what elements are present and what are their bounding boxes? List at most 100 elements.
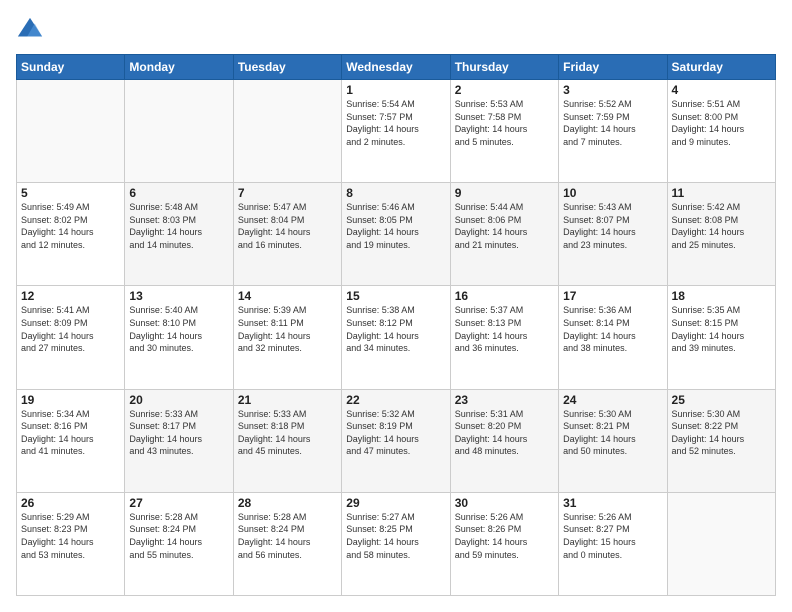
weekday-header: Friday — [559, 55, 667, 80]
day-number: 13 — [129, 289, 228, 303]
calendar-cell — [233, 80, 341, 183]
day-info: Sunrise: 5:51 AM Sunset: 8:00 PM Dayligh… — [672, 98, 771, 148]
day-info: Sunrise: 5:33 AM Sunset: 8:17 PM Dayligh… — [129, 408, 228, 458]
day-number: 3 — [563, 83, 662, 97]
day-number: 31 — [563, 496, 662, 510]
day-info: Sunrise: 5:41 AM Sunset: 8:09 PM Dayligh… — [21, 304, 120, 354]
day-info: Sunrise: 5:29 AM Sunset: 8:23 PM Dayligh… — [21, 511, 120, 561]
day-number: 7 — [238, 186, 337, 200]
calendar-cell: 22Sunrise: 5:32 AM Sunset: 8:19 PM Dayli… — [342, 389, 450, 492]
calendar-cell: 23Sunrise: 5:31 AM Sunset: 8:20 PM Dayli… — [450, 389, 558, 492]
calendar-cell: 10Sunrise: 5:43 AM Sunset: 8:07 PM Dayli… — [559, 183, 667, 286]
calendar-cell: 11Sunrise: 5:42 AM Sunset: 8:08 PM Dayli… — [667, 183, 775, 286]
page: SundayMondayTuesdayWednesdayThursdayFrid… — [0, 0, 792, 612]
day-info: Sunrise: 5:52 AM Sunset: 7:59 PM Dayligh… — [563, 98, 662, 148]
calendar-cell: 1Sunrise: 5:54 AM Sunset: 7:57 PM Daylig… — [342, 80, 450, 183]
calendar-cell: 12Sunrise: 5:41 AM Sunset: 8:09 PM Dayli… — [17, 286, 125, 389]
day-number: 28 — [238, 496, 337, 510]
day-info: Sunrise: 5:26 AM Sunset: 8:27 PM Dayligh… — [563, 511, 662, 561]
calendar-cell: 18Sunrise: 5:35 AM Sunset: 8:15 PM Dayli… — [667, 286, 775, 389]
day-number: 14 — [238, 289, 337, 303]
weekday-header: Tuesday — [233, 55, 341, 80]
calendar-cell: 3Sunrise: 5:52 AM Sunset: 7:59 PM Daylig… — [559, 80, 667, 183]
day-number: 5 — [21, 186, 120, 200]
day-info: Sunrise: 5:30 AM Sunset: 8:21 PM Dayligh… — [563, 408, 662, 458]
calendar-cell: 15Sunrise: 5:38 AM Sunset: 8:12 PM Dayli… — [342, 286, 450, 389]
day-number: 23 — [455, 393, 554, 407]
day-info: Sunrise: 5:30 AM Sunset: 8:22 PM Dayligh… — [672, 408, 771, 458]
calendar-cell: 14Sunrise: 5:39 AM Sunset: 8:11 PM Dayli… — [233, 286, 341, 389]
day-number: 25 — [672, 393, 771, 407]
calendar-cell: 31Sunrise: 5:26 AM Sunset: 8:27 PM Dayli… — [559, 492, 667, 595]
calendar-cell: 16Sunrise: 5:37 AM Sunset: 8:13 PM Dayli… — [450, 286, 558, 389]
calendar-cell: 19Sunrise: 5:34 AM Sunset: 8:16 PM Dayli… — [17, 389, 125, 492]
calendar-cell — [17, 80, 125, 183]
calendar-cell: 29Sunrise: 5:27 AM Sunset: 8:25 PM Dayli… — [342, 492, 450, 595]
day-number: 20 — [129, 393, 228, 407]
calendar-cell: 8Sunrise: 5:46 AM Sunset: 8:05 PM Daylig… — [342, 183, 450, 286]
calendar-cell: 17Sunrise: 5:36 AM Sunset: 8:14 PM Dayli… — [559, 286, 667, 389]
day-info: Sunrise: 5:26 AM Sunset: 8:26 PM Dayligh… — [455, 511, 554, 561]
calendar-header-row: SundayMondayTuesdayWednesdayThursdayFrid… — [17, 55, 776, 80]
day-info: Sunrise: 5:48 AM Sunset: 8:03 PM Dayligh… — [129, 201, 228, 251]
calendar-cell: 13Sunrise: 5:40 AM Sunset: 8:10 PM Dayli… — [125, 286, 233, 389]
day-info: Sunrise: 5:27 AM Sunset: 8:25 PM Dayligh… — [346, 511, 445, 561]
calendar-cell: 27Sunrise: 5:28 AM Sunset: 8:24 PM Dayli… — [125, 492, 233, 595]
day-number: 17 — [563, 289, 662, 303]
day-info: Sunrise: 5:42 AM Sunset: 8:08 PM Dayligh… — [672, 201, 771, 251]
day-info: Sunrise: 5:32 AM Sunset: 8:19 PM Dayligh… — [346, 408, 445, 458]
weekday-header: Thursday — [450, 55, 558, 80]
day-number: 22 — [346, 393, 445, 407]
header — [16, 16, 776, 44]
day-number: 18 — [672, 289, 771, 303]
day-number: 12 — [21, 289, 120, 303]
day-info: Sunrise: 5:34 AM Sunset: 8:16 PM Dayligh… — [21, 408, 120, 458]
day-info: Sunrise: 5:43 AM Sunset: 8:07 PM Dayligh… — [563, 201, 662, 251]
calendar-week-row: 26Sunrise: 5:29 AM Sunset: 8:23 PM Dayli… — [17, 492, 776, 595]
day-info: Sunrise: 5:28 AM Sunset: 8:24 PM Dayligh… — [129, 511, 228, 561]
day-number: 16 — [455, 289, 554, 303]
day-info: Sunrise: 5:37 AM Sunset: 8:13 PM Dayligh… — [455, 304, 554, 354]
day-info: Sunrise: 5:40 AM Sunset: 8:10 PM Dayligh… — [129, 304, 228, 354]
day-info: Sunrise: 5:49 AM Sunset: 8:02 PM Dayligh… — [21, 201, 120, 251]
day-number: 10 — [563, 186, 662, 200]
day-number: 4 — [672, 83, 771, 97]
day-info: Sunrise: 5:28 AM Sunset: 8:24 PM Dayligh… — [238, 511, 337, 561]
day-number: 19 — [21, 393, 120, 407]
day-number: 9 — [455, 186, 554, 200]
day-number: 8 — [346, 186, 445, 200]
day-info: Sunrise: 5:44 AM Sunset: 8:06 PM Dayligh… — [455, 201, 554, 251]
day-info: Sunrise: 5:39 AM Sunset: 8:11 PM Dayligh… — [238, 304, 337, 354]
calendar-cell — [125, 80, 233, 183]
calendar-cell: 30Sunrise: 5:26 AM Sunset: 8:26 PM Dayli… — [450, 492, 558, 595]
weekday-header: Wednesday — [342, 55, 450, 80]
day-number: 11 — [672, 186, 771, 200]
calendar-cell: 5Sunrise: 5:49 AM Sunset: 8:02 PM Daylig… — [17, 183, 125, 286]
logo — [16, 16, 46, 44]
day-number: 6 — [129, 186, 228, 200]
day-number: 27 — [129, 496, 228, 510]
calendar-cell: 24Sunrise: 5:30 AM Sunset: 8:21 PM Dayli… — [559, 389, 667, 492]
calendar-cell: 28Sunrise: 5:28 AM Sunset: 8:24 PM Dayli… — [233, 492, 341, 595]
day-number: 26 — [21, 496, 120, 510]
calendar-cell: 7Sunrise: 5:47 AM Sunset: 8:04 PM Daylig… — [233, 183, 341, 286]
weekday-header: Monday — [125, 55, 233, 80]
day-number: 15 — [346, 289, 445, 303]
calendar-table: SundayMondayTuesdayWednesdayThursdayFrid… — [16, 54, 776, 596]
weekday-header: Saturday — [667, 55, 775, 80]
day-info: Sunrise: 5:54 AM Sunset: 7:57 PM Dayligh… — [346, 98, 445, 148]
day-number: 29 — [346, 496, 445, 510]
calendar-cell: 6Sunrise: 5:48 AM Sunset: 8:03 PM Daylig… — [125, 183, 233, 286]
day-info: Sunrise: 5:31 AM Sunset: 8:20 PM Dayligh… — [455, 408, 554, 458]
day-number: 21 — [238, 393, 337, 407]
day-info: Sunrise: 5:47 AM Sunset: 8:04 PM Dayligh… — [238, 201, 337, 251]
day-number: 2 — [455, 83, 554, 97]
calendar-cell: 26Sunrise: 5:29 AM Sunset: 8:23 PM Dayli… — [17, 492, 125, 595]
day-number: 1 — [346, 83, 445, 97]
logo-icon — [16, 16, 44, 44]
day-info: Sunrise: 5:35 AM Sunset: 8:15 PM Dayligh… — [672, 304, 771, 354]
day-number: 30 — [455, 496, 554, 510]
day-number: 24 — [563, 393, 662, 407]
calendar-cell — [667, 492, 775, 595]
day-info: Sunrise: 5:38 AM Sunset: 8:12 PM Dayligh… — [346, 304, 445, 354]
